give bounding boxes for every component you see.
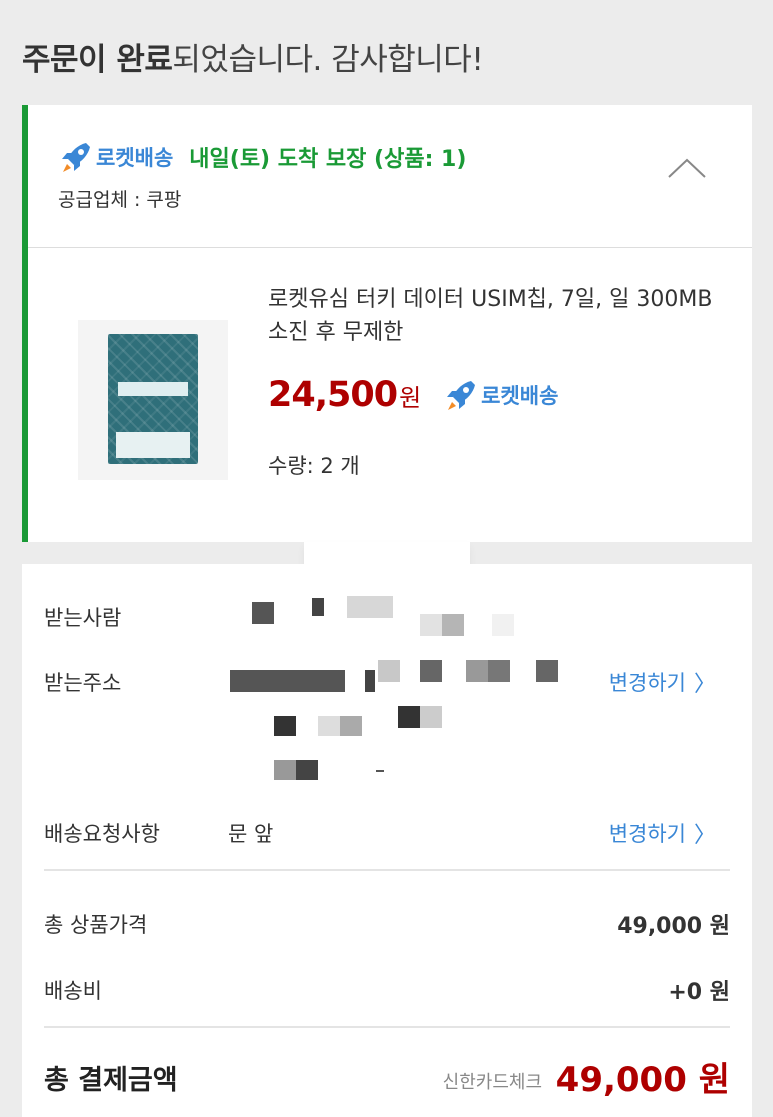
- divider: [44, 869, 730, 871]
- subtotal-value: 49,000 원: [617, 914, 730, 939]
- shipment-header: 로켓배송 내일(토) 도착 보장 (상품: 1): [58, 137, 466, 177]
- chevron-up-icon[interactable]: [666, 155, 708, 181]
- rocket-icon: [62, 143, 90, 172]
- divider: [28, 247, 752, 248]
- chevron-right-icon: 〉: [693, 823, 716, 848]
- supplier-text: 공급업체 : 쿠팡: [58, 189, 182, 211]
- page-title-bold: 주문이 완료: [22, 42, 173, 78]
- product-price: 24,500: [268, 375, 398, 415]
- page-title: 주문이 완료되었습니다. 감사합니다!: [22, 34, 484, 79]
- product-name[interactable]: 로켓유심 터키 데이터 USIM칩, 7일, 일 300MB 소진 후 무제한: [268, 283, 728, 349]
- quantity-text: 수량: 2 개: [268, 454, 360, 478]
- change-request-button[interactable]: 변경하기 〉: [609, 817, 716, 849]
- address-redacted: [230, 658, 580, 788]
- payment-card-name: 신한카드체크: [442, 1072, 542, 1093]
- address-label: 받는주소: [44, 671, 122, 695]
- change-request-label: 변경하기: [608, 822, 686, 846]
- total-payment-label: 총 결제금액: [44, 1065, 178, 1096]
- usim-package-image: [108, 334, 198, 464]
- rocket-delivery-label: 로켓배송: [96, 146, 174, 170]
- divider: [44, 1026, 730, 1028]
- rocket-icon: [447, 381, 476, 410]
- page-title-rest: 되었습니다. 감사합니다!: [172, 42, 484, 78]
- delivery-request-label: 배송요청사항: [44, 822, 160, 846]
- delivery-request-value: 문 앞: [228, 822, 274, 846]
- arrival-promise: 내일(토) 도착 보장 (상품: 1): [189, 147, 467, 172]
- chevron-right-icon: 〉: [693, 672, 716, 697]
- delivery-payment-card: 받는사람 받는주소 변경하기 〉 배송요청사항 문 앞 변경하기 〉 총 상품가격 …: [22, 564, 752, 1117]
- rocket-badge-label: 로켓배송: [481, 384, 559, 408]
- shipment-card: 로켓배송 내일(토) 도착 보장 (상품: 1) 공급업체 : 쿠팡 로켓유심 …: [22, 105, 752, 542]
- shipping-fee-label: 배송비: [44, 979, 102, 1003]
- price-currency: 원: [399, 383, 422, 412]
- change-address-label: 변경하기: [608, 671, 686, 695]
- rocket-delivery-badge: 로켓배송: [443, 377, 558, 413]
- recipient-redacted: [252, 594, 552, 636]
- price-row: 24,500 원 로켓배송: [268, 375, 558, 415]
- change-address-button[interactable]: 변경하기 〉: [609, 666, 716, 698]
- shipping-fee-value: +0 원: [668, 980, 730, 1005]
- recipient-label: 받는사람: [44, 606, 122, 630]
- subtotal-label: 총 상품가격: [44, 913, 148, 937]
- product-image[interactable]: [78, 320, 228, 480]
- total-payment-value: 49,000 원: [555, 1060, 730, 1100]
